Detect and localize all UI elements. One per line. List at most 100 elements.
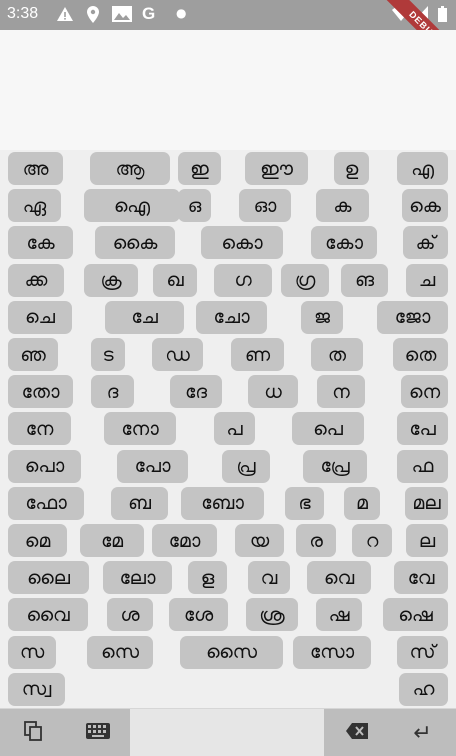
letter-key[interactable]: തോ (8, 375, 73, 409)
backspace-icon (345, 723, 368, 743)
letter-key[interactable]: വ (248, 561, 290, 595)
letter-key[interactable]: ചോ (196, 300, 267, 334)
letter-key[interactable]: നെ (401, 375, 448, 409)
letter-key[interactable]: വൈ (8, 598, 88, 632)
letter-key[interactable]: എ (397, 152, 448, 185)
letter-key[interactable]: ഓ (239, 189, 291, 223)
letter-key[interactable]: അ (8, 152, 63, 185)
letter-key[interactable]: ബോ (181, 486, 264, 520)
letter-key[interactable]: സോ (293, 635, 371, 669)
copy-icon (23, 721, 42, 745)
letter-key[interactable]: ശ (107, 598, 153, 632)
letter-key[interactable]: ദേ (170, 375, 222, 409)
letter-key[interactable]: ഗ (214, 263, 272, 297)
letter-key[interactable]: പ്ര (222, 449, 270, 483)
letter-key[interactable]: ല (406, 524, 448, 557)
letter-key[interactable]: ഗ്ര (281, 263, 329, 297)
letter-key[interactable]: ജ (301, 300, 343, 334)
letter-key[interactable]: പേ (397, 412, 448, 446)
letter-key[interactable]: ണ (231, 338, 284, 371)
letter-key[interactable]: ചേ (105, 300, 184, 334)
letter-key[interactable]: ആ (90, 152, 170, 185)
letter-key[interactable]: സ് (397, 635, 448, 669)
letter-key[interactable]: ച (406, 263, 448, 297)
letter-key[interactable]: ഹ (399, 672, 448, 706)
letter-key[interactable]: ഫ (397, 449, 448, 483)
letter-key[interactable]: ഉ (334, 152, 369, 185)
letter-key[interactable]: ക് (403, 226, 448, 260)
letter-key[interactable]: മോ (152, 524, 217, 557)
letter-key[interactable]: ഷ (316, 598, 362, 632)
letter-key[interactable]: ലൈ (8, 561, 89, 595)
letter-key[interactable]: ഏ (8, 189, 61, 223)
key-row: ഫോ ബ ബോ ഭ മ മല (0, 485, 456, 522)
letter-key[interactable]: സ (8, 635, 56, 669)
letter-key[interactable]: പ്രേ (303, 449, 367, 483)
letter-key[interactable]: റ (352, 524, 392, 557)
letter-key[interactable]: ഭ (285, 486, 324, 520)
letter-key[interactable]: പ (214, 412, 255, 446)
letter-key[interactable]: ഒ (178, 189, 211, 223)
letter-key[interactable]: സ്വ (8, 672, 65, 706)
letter-key[interactable]: കേ (8, 226, 73, 260)
letter-key[interactable]: ക്ക (8, 263, 64, 297)
letter-key[interactable]: ശേ (169, 598, 228, 632)
letter-key[interactable]: കൊ (201, 226, 283, 260)
letter-key[interactable]: ള (188, 561, 227, 595)
letter-key[interactable]: ങ (341, 263, 388, 297)
key-row: തോ ദ ദേ ധ ന നെ (0, 373, 456, 410)
letter-key[interactable]: കോ (311, 226, 377, 260)
letter-key[interactable]: കൈ (95, 226, 175, 260)
letter-key[interactable]: ഞ (8, 338, 58, 371)
text-output-area[interactable] (0, 30, 456, 150)
letter-key[interactable]: ദ (91, 375, 134, 409)
letter-key[interactable]: സൈ (180, 635, 283, 669)
letter-key[interactable]: യ (235, 524, 284, 557)
letter-key[interactable]: സെ (87, 635, 153, 669)
letter-key[interactable]: തെ (393, 338, 448, 371)
letter-key[interactable]: ക (316, 189, 369, 223)
letter-key[interactable]: ഈ (245, 152, 308, 185)
keyboard-switch-button[interactable] (65, 709, 130, 756)
status-bar: 3:38 G ● (0, 0, 456, 30)
letter-key[interactable]: ഷെ (383, 598, 448, 632)
letter-key[interactable]: പൊ (8, 449, 81, 483)
backspace-button[interactable] (324, 709, 389, 756)
letter-key[interactable]: ഡ (152, 338, 203, 371)
letter-key[interactable]: വേ (394, 561, 448, 595)
letter-key[interactable]: മല (405, 486, 448, 520)
letter-key[interactable]: വെ (307, 561, 371, 595)
letter-key[interactable]: ബ (111, 486, 168, 520)
letter-key[interactable]: ഖ (153, 263, 197, 297)
letter-key[interactable]: പോ (117, 449, 188, 483)
key-row: മെ മേ മോ യ ര റ ല (0, 522, 456, 559)
letter-key[interactable]: നേ (8, 412, 71, 446)
letter-key[interactable]: ത (311, 338, 363, 371)
enter-button[interactable]: ↵ (389, 709, 456, 756)
letter-key[interactable]: ട (91, 338, 125, 371)
letter-key[interactable]: ലോ (103, 561, 172, 595)
copy-button[interactable] (0, 709, 65, 756)
letter-key[interactable]: ഐ (84, 189, 180, 223)
letter-key[interactable]: ന (317, 375, 365, 409)
letter-key[interactable]: ര (296, 524, 336, 557)
letter-key[interactable]: ജോ (377, 300, 448, 334)
letter-key[interactable]: നോ (104, 412, 176, 446)
letter-key[interactable]: കെ (402, 189, 448, 223)
status-time: 3:38 (7, 5, 39, 22)
letter-key[interactable]: ധ (248, 375, 298, 409)
key-row: സ്വ ഹ (0, 671, 456, 708)
letter-key[interactable]: ഇ (178, 152, 221, 185)
malayalam-keyboard: അ ആ ഇ ഈ ഉ എ ഏ ഐ ഒ ഓ ക കെ കേ കൈ കൊ കോ ക് ക്ക ക്ര ഖ ഗ ഗ്ര ങ ച ചെ ചേ… (0, 150, 456, 708)
letter-key[interactable]: മെ (8, 524, 67, 557)
warning-icon (56, 6, 74, 26)
letter-key[interactable]: മേ (80, 524, 144, 557)
letter-key[interactable]: ഫോ (8, 486, 84, 520)
key-row: ലൈ ലോ ള വ വെ വേ (0, 559, 456, 596)
letter-key[interactable]: പെ (292, 412, 364, 446)
key-row: ചെ ചേ ചോ ജ ജോ (0, 299, 456, 336)
letter-key[interactable]: ശ്ര (246, 598, 298, 632)
letter-key[interactable]: ക്ര (84, 263, 138, 297)
letter-key[interactable]: ചെ (8, 300, 72, 334)
letter-key[interactable]: മ (344, 486, 380, 520)
